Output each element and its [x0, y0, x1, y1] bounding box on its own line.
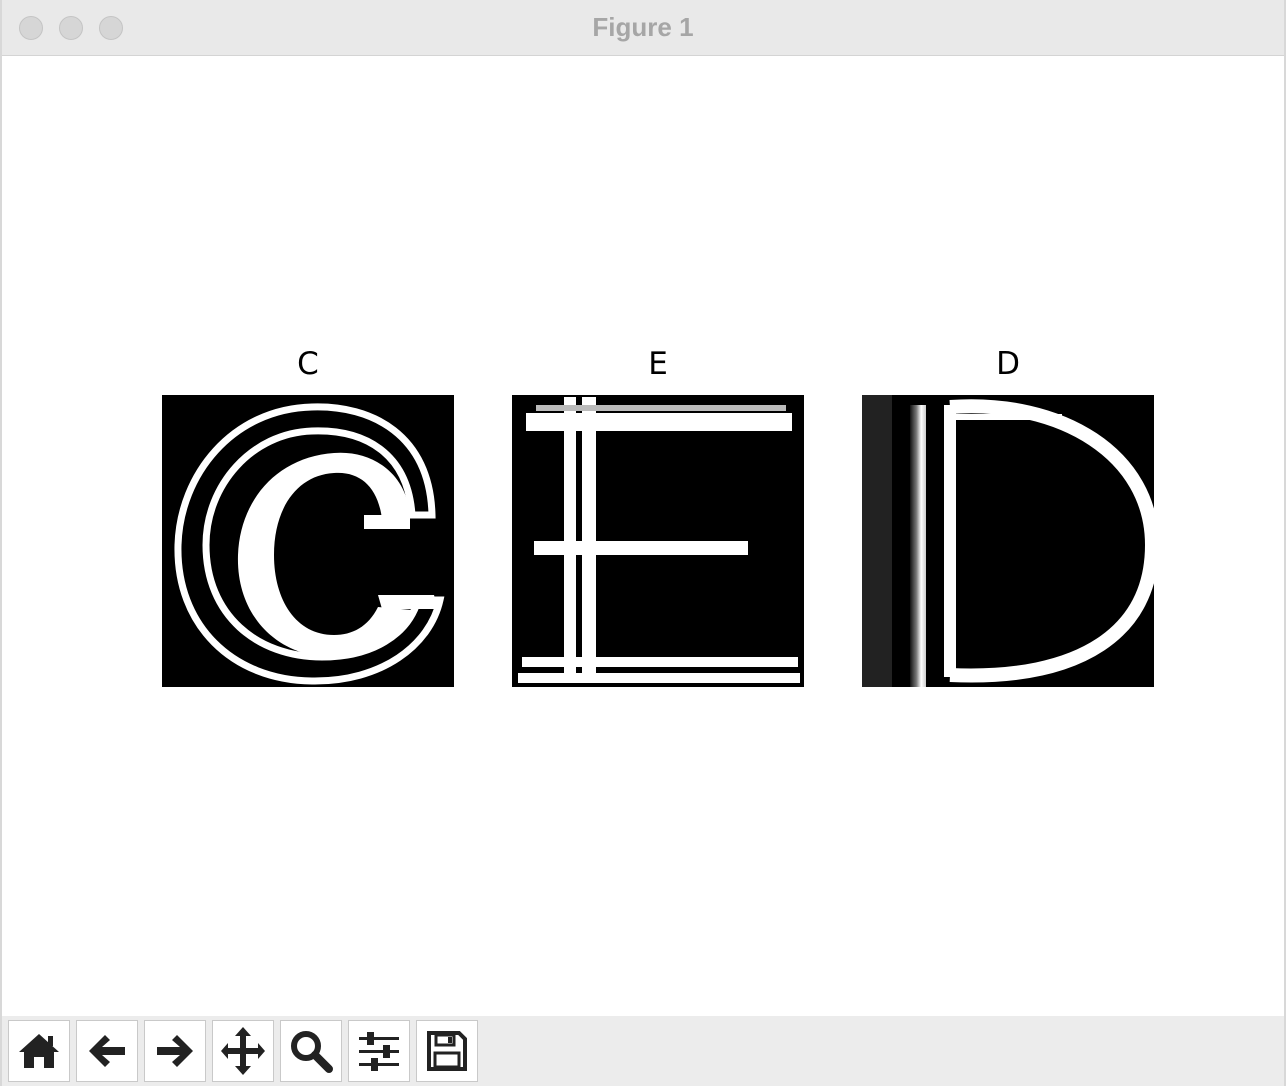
image-panel-2 — [512, 395, 804, 687]
configure-subplots-button[interactable] — [348, 1020, 410, 1082]
title-bar: Figure 1 — [2, 0, 1284, 56]
letter-image-3 — [862, 395, 1154, 687]
home-icon — [19, 1034, 59, 1068]
letter-image-1 — [162, 395, 454, 687]
image-panel-1 — [162, 395, 454, 687]
home-button[interactable] — [8, 1020, 70, 1082]
letter-image-2 — [512, 395, 804, 687]
window-title: Figure 1 — [592, 12, 694, 42]
magnifier-icon — [291, 1031, 333, 1073]
figure-canvas: C E D — [2, 56, 1284, 1016]
pan-button[interactable] — [212, 1020, 274, 1082]
floppy-disk-icon — [427, 1031, 467, 1071]
navigation-toolbar — [2, 1016, 1284, 1086]
save-button[interactable] — [416, 1020, 478, 1082]
move-icon — [221, 1027, 265, 1075]
zoom-button[interactable] — [280, 1020, 342, 1082]
back-button[interactable] — [76, 1020, 138, 1082]
subplot-title-1: C — [297, 346, 319, 382]
forward-button[interactable] — [144, 1020, 206, 1082]
sliders-icon — [359, 1032, 399, 1071]
subplot-title-3: D — [996, 346, 1020, 382]
figure-window: Figure 1 C E D — [0, 0, 1286, 1086]
arrow-right-icon — [157, 1035, 193, 1067]
arrow-left-icon — [89, 1035, 125, 1067]
image-panel-3 — [862, 395, 1154, 687]
subplot-title-2: E — [648, 346, 668, 382]
